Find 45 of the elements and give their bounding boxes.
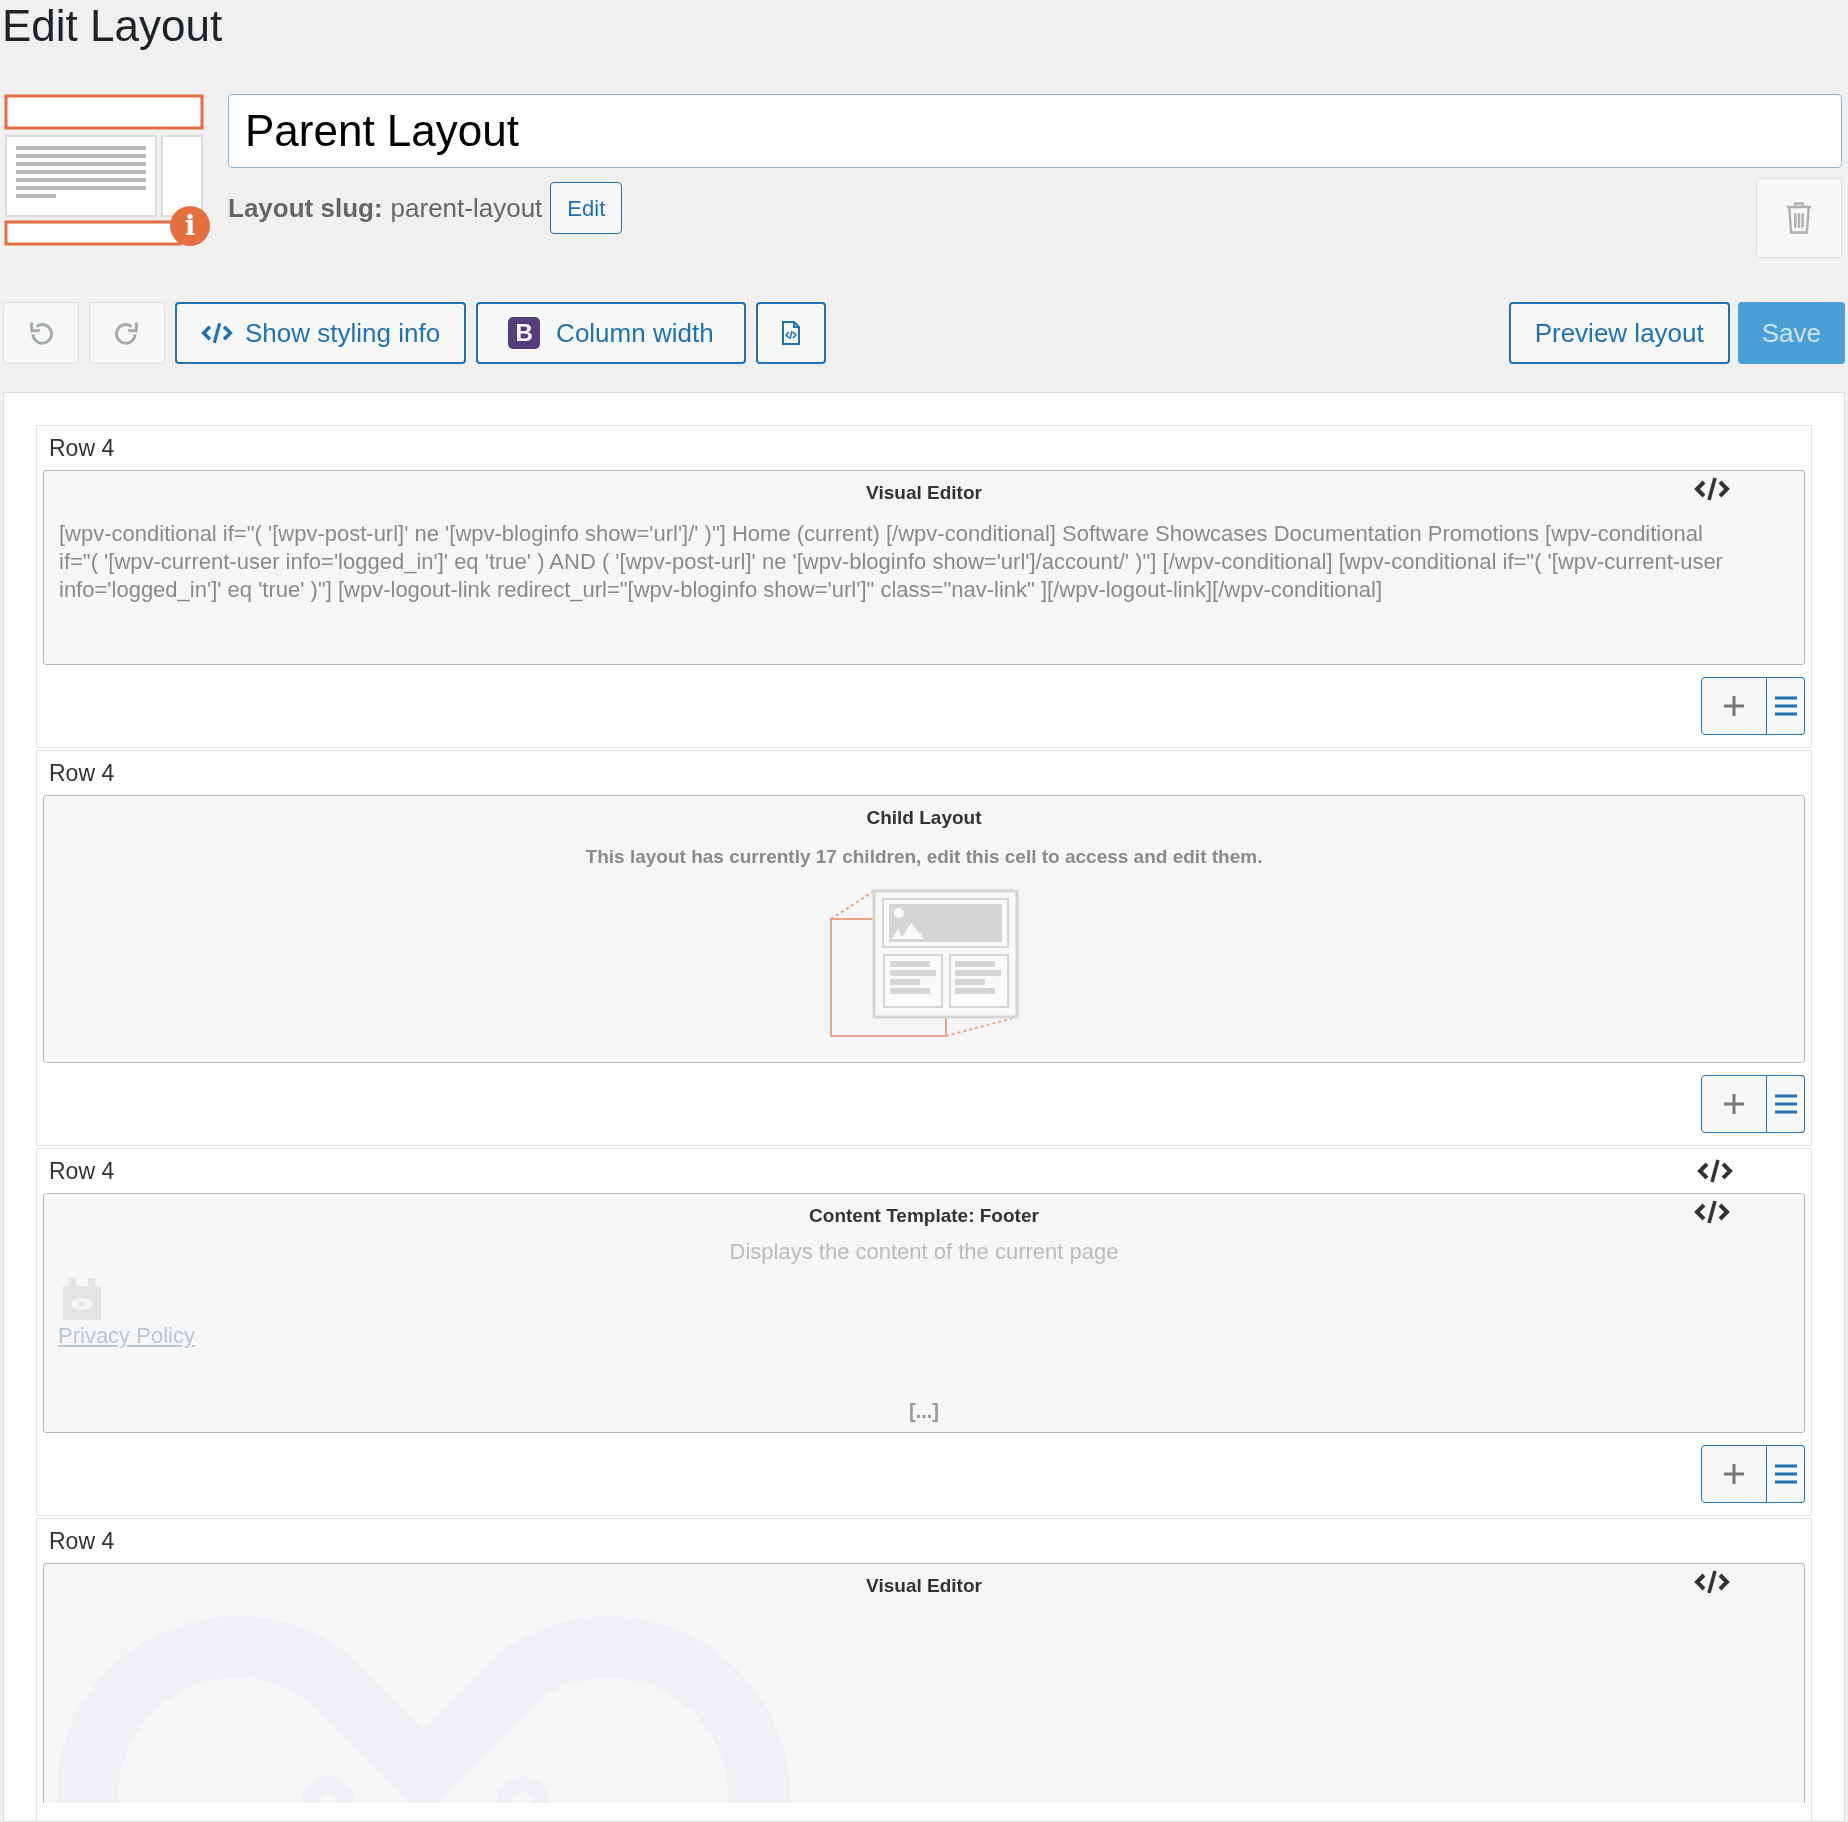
file-code-icon [780, 320, 801, 346]
row-menu-button[interactable] [1767, 1445, 1805, 1503]
cell-title: Visual Editor [866, 481, 982, 505]
layout-slug-text: parent-layout [390, 191, 543, 225]
cell-description: This layout has currently 17 children, edit this cell to access and edit them. [584, 844, 1264, 869]
add-cell-button[interactable] [1701, 1075, 1767, 1133]
row-label: Row 4 [49, 1526, 115, 1556]
cell-title: Child Layout [866, 806, 982, 830]
cell-description: Displays the content of the current page [728, 1237, 1120, 1266]
layout-name-input[interactable]: Parent Layout [228, 94, 1842, 168]
code-icon[interactable] [1697, 1159, 1733, 1183]
row-label: Row 4 [49, 433, 115, 463]
bootstrap-icon: B [508, 317, 541, 349]
column-width-button[interactable]: B Column width [476, 302, 746, 364]
menu-icon [1773, 1463, 1798, 1485]
menu-icon [1773, 1093, 1798, 1115]
row-menu-button[interactable] [1767, 677, 1805, 735]
visual-editor-cell[interactable] [43, 470, 1805, 665]
plus-icon [1722, 694, 1746, 718]
child-layout-cell[interactable]: Child Layout This layout has currently 17 children, edit this cell to access and edit them. [43, 795, 1805, 1063]
more-text: [...] [908, 1399, 940, 1424]
row-label: Row 4 [49, 1156, 115, 1186]
page-title: Edit Layout [1, 0, 224, 52]
cell-title: Visual Editor [866, 1574, 982, 1598]
cell-content-text: [wpv-conditional if="( '[wpv-post-url]' ne '[wpv-bloginfo show='url']/' )"] Home (current) [/wpv-conditional] Software Showcases Documentation Promotions [wpv-conditional if="( '[wpv-current-user info='logged_in']' eq 'true' ) AND ( '[wpv-post-url]' ne '[wpv-bloginfo show='url']/account/' )"] [/wpv-conditional] [wpv-conditional if="( '[wpv-current-user info='logged_in']' eq 'true' )"] [wpv-logout-link redirect_url="[wpv-bloginfo show='url']" class="nav-link" ][/wpv-logout-link][/wpv-conditional] [58, 519, 1724, 604]
show-styling-info-button[interactable]: Show styling info [175, 302, 467, 364]
cell-title: Content Template: Footer [809, 1204, 1039, 1228]
code-icon[interactable] [1694, 477, 1730, 501]
plus-icon [1722, 1462, 1746, 1486]
content-template-cell[interactable]: Content Template: Footer Displays the content of the current page Privacy Policy [...] [43, 1193, 1805, 1433]
add-cell-button[interactable] [1701, 677, 1767, 735]
code-icon[interactable] [1694, 1200, 1730, 1224]
visual-editor-cell[interactable]: Visual Editor [43, 1563, 1805, 1803]
add-cell-button[interactable] [1701, 1445, 1767, 1503]
row-label: Row 4 [49, 758, 115, 788]
row-menu-button[interactable] [1767, 1075, 1805, 1133]
plus-icon [1722, 1092, 1746, 1116]
edit-slug-button[interactable]: Edit [550, 182, 623, 234]
privacy-policy-link: Privacy Policy [58, 1321, 196, 1350]
trash-icon [1784, 201, 1814, 235]
layout-slug-label: Layout slug: [228, 191, 383, 225]
code-icon[interactable] [1694, 1570, 1730, 1594]
file-code-button[interactable] [755, 302, 826, 364]
preview-layout-button[interactable]: Preview layout [1508, 302, 1730, 364]
menu-icon [1773, 695, 1798, 717]
